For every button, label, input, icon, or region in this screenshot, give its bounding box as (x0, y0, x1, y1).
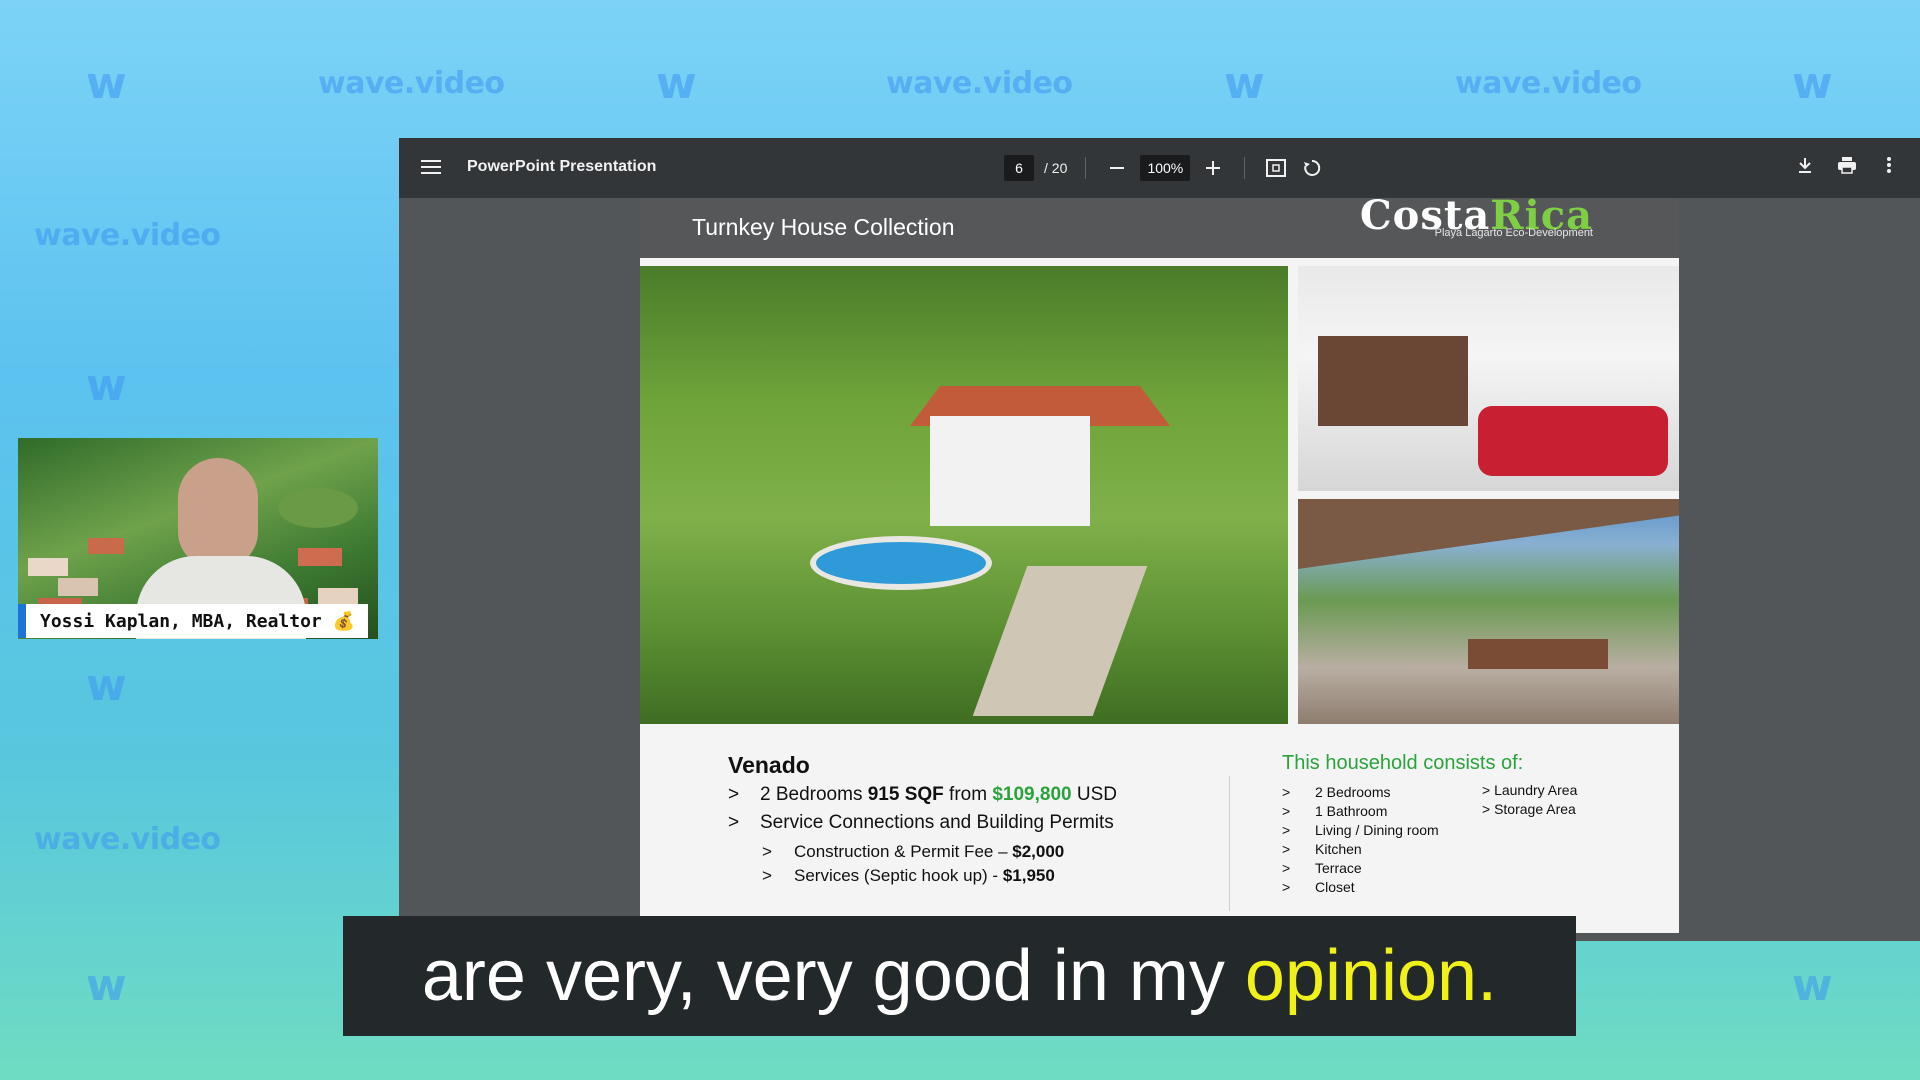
zoom-in-icon[interactable] (1200, 155, 1226, 181)
fit-page-icon[interactable] (1263, 155, 1289, 181)
model-info: Venado >2 Bedrooms 915 SQF from $109,800… (640, 732, 1679, 933)
wave-logo-icon: w (86, 360, 127, 411)
watermark-text: wave.video (886, 66, 1073, 101)
zoom-level-input[interactable]: 100% (1140, 155, 1191, 181)
subtitle-caption: are very, very good in my opinion. (343, 916, 1576, 1036)
household-item: >2 Bedrooms (1282, 784, 1391, 800)
house-pool-photo (640, 266, 1288, 724)
watermark-text: wave.video (34, 822, 221, 857)
watermark-text: wave.video (318, 66, 505, 101)
household-item: > Living / Dining room (1282, 822, 1439, 838)
page-zoom-controls: 6 / 20 100% (1004, 152, 1325, 184)
zoom-out-icon[interactable] (1104, 155, 1130, 181)
subtitle-highlight: opinion. (1244, 936, 1498, 1016)
slide-page: Turnkey House Collection CostaRica Playa… (640, 198, 1679, 933)
household-item: > Laundry Area (1482, 782, 1578, 798)
toolbar-divider (1085, 157, 1087, 179)
price-line: >2 Bedrooms 915 SQF from $109,800 USD (728, 784, 1117, 805)
watermark-text: wave.video (1455, 66, 1642, 101)
septic-fee-line: > Services (Septic hook up) - $1,950 (762, 866, 1055, 885)
household-item: >1 Bathroom (1282, 803, 1388, 819)
rotate-icon[interactable] (1299, 155, 1325, 181)
slide-title: Turnkey House Collection (692, 214, 955, 240)
wave-logo-icon: w (1224, 58, 1265, 109)
menu-icon[interactable] (421, 156, 441, 180)
info-divider (1229, 776, 1230, 911)
watermark-text: wave.video (34, 218, 221, 253)
subtitle-text: are very, very good in my (421, 936, 1245, 1016)
page-number-input[interactable]: 6 (1004, 155, 1034, 181)
household-item: > Terrace (1282, 860, 1362, 876)
toolbar-right-actions (1792, 152, 1902, 178)
document-title: PowerPoint Presentation (467, 158, 657, 175)
logo-subtitle: Playa Lagarto Eco-Development (1434, 227, 1593, 239)
household-title: This household consists of: (1282, 752, 1524, 774)
pdf-toolbar: PowerPoint Presentation 6 / 20 100% (399, 138, 1920, 198)
more-options-icon[interactable] (1876, 152, 1902, 178)
wave-logo-icon: w (1792, 58, 1833, 109)
wave-logo-icon: w (656, 58, 697, 109)
wave-logo-icon: w (86, 960, 127, 1011)
page-total: / 20 (1044, 160, 1068, 176)
household-item: > Kitchen (1282, 841, 1362, 857)
household-item: > Closet (1282, 879, 1355, 895)
pdf-viewer: PowerPoint Presentation 6 / 20 100% Turn… (399, 138, 1920, 941)
terrace-photo (1298, 499, 1679, 724)
permit-fee-line: > Construction & Permit Fee – $2,000 (762, 842, 1065, 861)
model-name: Venado (728, 752, 810, 778)
services-line: > Service Connections and Building Permit… (728, 812, 1114, 833)
household-item: > Storage Area (1482, 801, 1576, 817)
presenter-face (178, 458, 258, 568)
download-icon[interactable] (1792, 152, 1818, 178)
presenter-name-tag: Yossi Kaplan, MBA, Realtor 💰 (18, 604, 368, 638)
slide-header: Turnkey House Collection CostaRica Playa… (640, 198, 1679, 258)
print-icon[interactable] (1834, 152, 1860, 178)
wave-logo-icon: w (86, 58, 127, 109)
toolbar-divider (1244, 157, 1246, 179)
kitchen-living-photo (1298, 266, 1679, 491)
wave-logo-icon: w (1792, 960, 1833, 1011)
wave-logo-icon: w (86, 660, 127, 711)
